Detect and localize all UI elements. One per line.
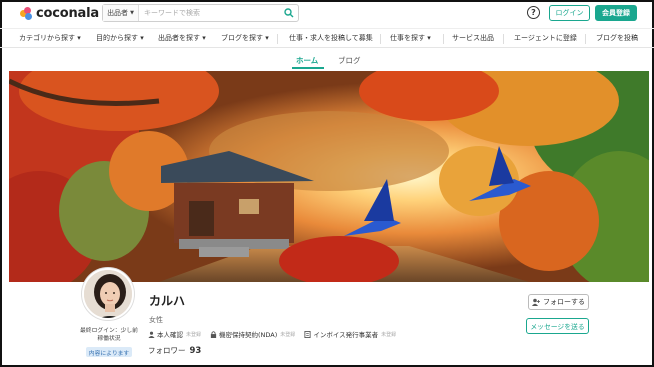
- identity-status: 未登録: [186, 331, 202, 338]
- logo[interactable]: coconala: [20, 6, 99, 21]
- document-icon: [304, 330, 311, 338]
- activity-status-text: 稼働状況: [97, 336, 121, 342]
- follow-button[interactable]: フォローする: [528, 294, 589, 310]
- person-icon: [148, 331, 155, 338]
- identity-label: 本人確認: [157, 331, 183, 339]
- search-icon[interactable]: [280, 5, 298, 21]
- logo-text: coconala: [36, 6, 99, 21]
- follower-count: フォロワー 93: [148, 345, 201, 356]
- nda-label: 機密保持契約(NDA): [219, 331, 278, 339]
- nav-divider: [277, 34, 278, 44]
- global-nav: カテゴリから探す ▾ 目的から探す ▾ 出品者を探す ▾ ブログを探す ▾ 仕事…: [0, 28, 654, 48]
- help-icon[interactable]: ?: [527, 6, 540, 19]
- cover-image: [9, 71, 649, 282]
- nav-item-find-job[interactable]: 仕事を探す ▾: [390, 33, 431, 43]
- login-button[interactable]: ログイン: [549, 5, 590, 21]
- verification-row: 本人確認 未登録 機密保持契約(NDA) 未登録 インボイス発行事業者 未登録: [148, 329, 405, 339]
- logo-icon: [20, 7, 33, 20]
- search-input[interactable]: [139, 6, 280, 20]
- search-scope-label: 出品者: [107, 9, 129, 17]
- message-button[interactable]: メッセージを送る: [526, 318, 589, 334]
- tab-blog[interactable]: ブログ: [338, 55, 361, 66]
- nav-item-purpose[interactable]: 目的から探す ▾: [96, 33, 144, 43]
- avatar[interactable]: [82, 268, 134, 320]
- invoice-status: 未登録: [381, 331, 397, 338]
- nav-item-blogs[interactable]: ブログを探す ▾: [221, 33, 269, 43]
- profile-tabs: ホーム ブログ: [0, 52, 654, 69]
- follower-number: 93: [189, 346, 202, 356]
- nav-item-category[interactable]: カテゴリから探す ▾: [19, 33, 81, 43]
- nda-status: 未登録: [280, 331, 296, 338]
- nav-divider: [503, 34, 504, 44]
- nav-item-sellers[interactable]: 出品者を探す ▾: [158, 33, 206, 43]
- nav-item-post-blog[interactable]: ブログを投稿: [596, 33, 638, 43]
- nav-divider: [585, 34, 586, 44]
- nav-item-sell-service[interactable]: サービス出品: [452, 33, 494, 43]
- invoice-label: インボイス発行事業者: [313, 331, 379, 339]
- last-login-text: 最終ログイン：少し前: [80, 328, 138, 334]
- last-login: 最終ログイン：少し前 稼働状況: [80, 327, 138, 343]
- status-badge: 内容によります: [86, 347, 132, 357]
- person-add-icon: [532, 298, 540, 306]
- profile-gender: 女性: [149, 316, 163, 324]
- nav-item-agent[interactable]: エージェントに登録: [514, 33, 577, 43]
- follow-button-label: フォローする: [543, 298, 585, 306]
- nav-divider: [380, 34, 381, 44]
- chevron-down-icon: ▼: [130, 10, 134, 16]
- nav-item-post-job[interactable]: 仕事・求人を投稿して募集: [289, 33, 373, 43]
- register-button[interactable]: 会員登録: [595, 5, 637, 21]
- search-scope-select[interactable]: 出品者 ▼: [103, 5, 139, 21]
- follower-label: フォロワー: [148, 346, 186, 355]
- tab-active-indicator: [292, 67, 324, 69]
- search-bar: 出品者 ▼: [102, 4, 299, 22]
- nav-divider: [443, 34, 444, 44]
- lock-icon: [210, 330, 217, 338]
- profile-name: カルハ: [149, 294, 186, 308]
- tab-home[interactable]: ホーム: [296, 55, 318, 66]
